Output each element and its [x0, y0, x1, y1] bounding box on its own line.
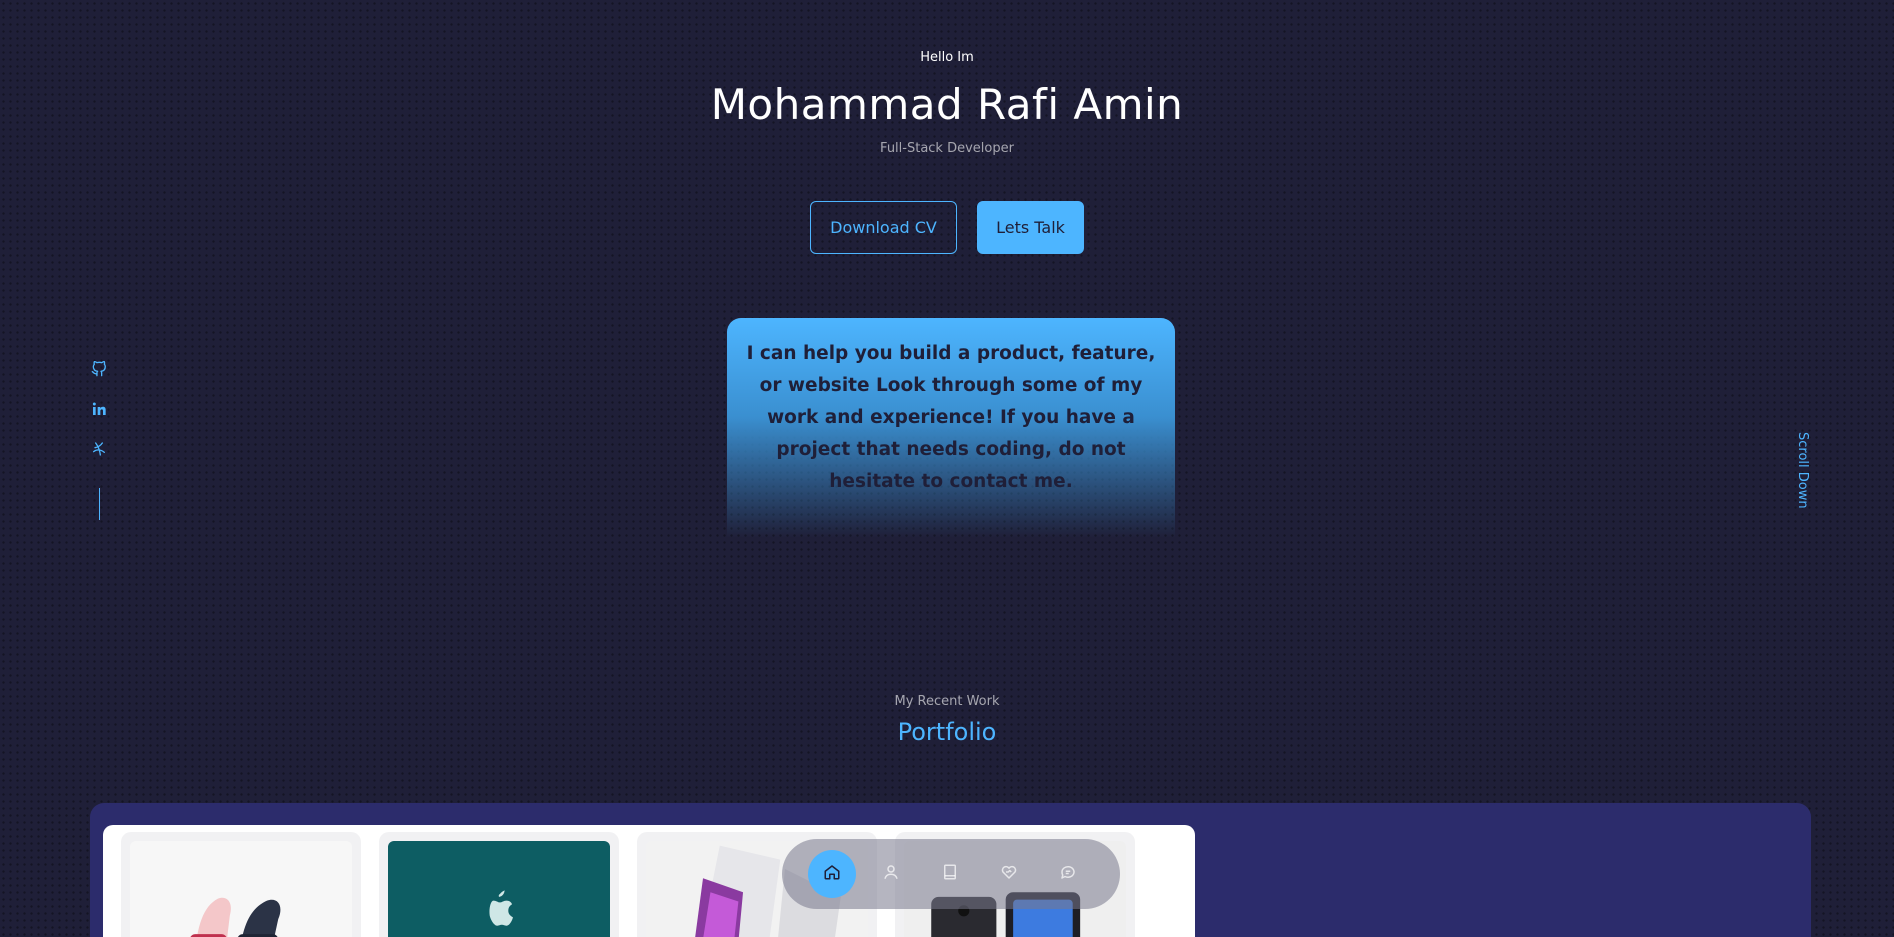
nav-about[interactable] — [867, 850, 915, 898]
watch-bands-image — [130, 841, 352, 937]
portfolio-item[interactable] — [121, 832, 361, 937]
message-icon — [1059, 863, 1077, 885]
nav-services[interactable] — [985, 850, 1033, 898]
scroll-down-link[interactable]: Scroll Down — [1795, 432, 1810, 509]
social-divider — [98, 488, 100, 520]
intro-card: I can help you build a product, feature,… — [727, 318, 1175, 538]
hero-role: Full-Stack Developer — [880, 141, 1014, 156]
home-icon — [823, 863, 841, 885]
portfolio-subtitle: My Recent Work — [894, 694, 1000, 709]
apple-macbook-image — [388, 841, 610, 937]
bottom-nav — [782, 839, 1120, 909]
dribbble-link[interactable] — [90, 442, 108, 460]
download-cv-button[interactable]: Download CV — [810, 201, 957, 254]
github-icon — [91, 360, 107, 381]
hero-name: Mohammad Rafi Amin — [710, 80, 1184, 129]
linkedin-link[interactable] — [90, 402, 108, 420]
social-links — [90, 360, 108, 520]
hero-cta-group: Download CV Lets Talk — [0, 201, 1894, 254]
hero-greeting: Hello Im — [920, 50, 974, 65]
services-icon — [1000, 863, 1018, 885]
dribbble-icon — [91, 441, 107, 461]
intro-text: I can help you build a product, feature,… — [746, 343, 1156, 492]
apple-logo-icon — [489, 890, 513, 926]
linkedin-icon — [91, 401, 107, 421]
nav-home[interactable] — [808, 850, 856, 898]
github-link[interactable] — [90, 360, 108, 381]
nav-contact[interactable] — [1044, 850, 1092, 898]
nav-experience[interactable] — [926, 850, 974, 898]
portfolio-item[interactable] — [379, 832, 619, 937]
book-icon — [941, 863, 959, 885]
lets-talk-button[interactable]: Lets Talk — [977, 201, 1084, 254]
user-icon — [882, 863, 900, 885]
portfolio-title: Portfolio — [897, 718, 997, 746]
